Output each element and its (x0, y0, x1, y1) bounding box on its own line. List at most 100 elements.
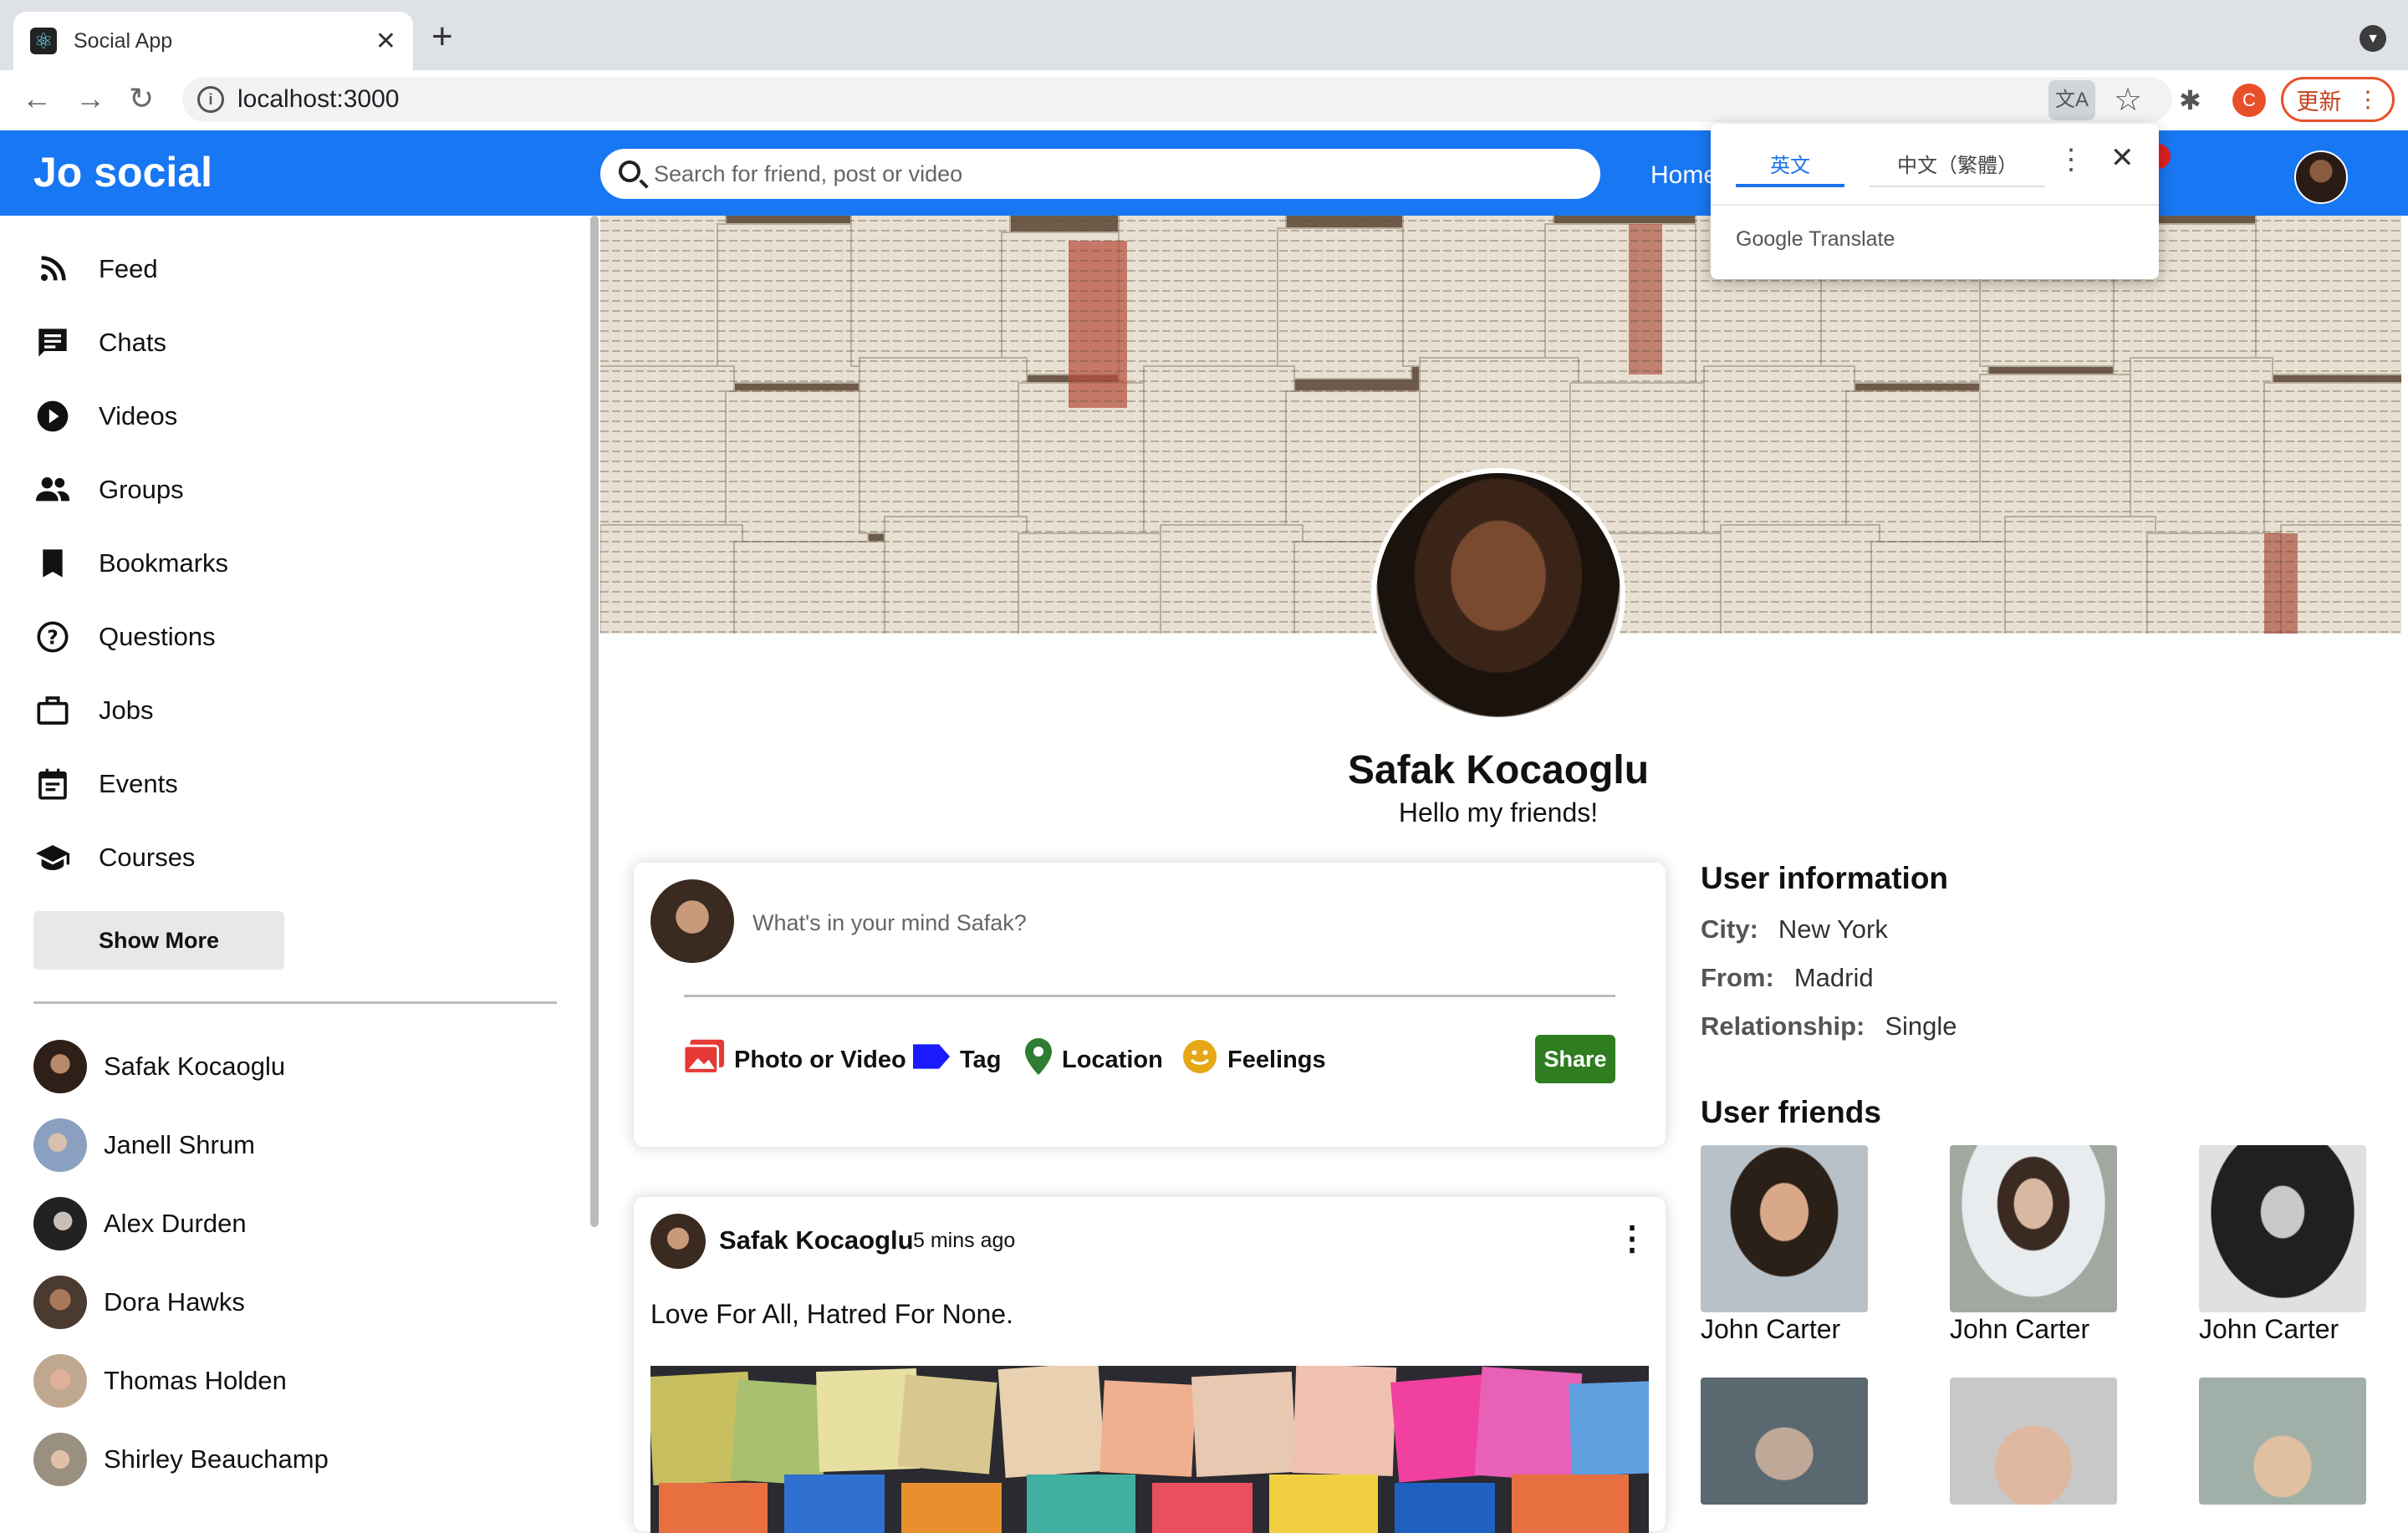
sidebar-item-events[interactable]: Events (33, 759, 178, 809)
new-tab-icon[interactable]: + (431, 18, 453, 55)
tab-close-icon[interactable]: ✕ (375, 27, 396, 56)
sidebar-item-videos[interactable]: Videos (33, 391, 177, 441)
show-more-button[interactable]: Show More (33, 911, 284, 970)
sidebar-item-label: Jobs (99, 695, 154, 725)
friend-list-item[interactable]: Safak Kocaoglu (33, 1038, 285, 1095)
friend-name: Thomas Holden (104, 1366, 287, 1395)
post-author-name[interactable]: Safak Kocaoglu (719, 1225, 914, 1255)
more-vert-icon[interactable]: ⋮ (1615, 1222, 1649, 1255)
update-button[interactable]: 更新 ⋮ (2281, 77, 2395, 122)
google-translate-brand: Google Translate (1736, 227, 1895, 251)
sidebar-item-questions[interactable]: ? Questions (33, 612, 216, 662)
share-input[interactable] (751, 906, 1503, 940)
site-info-icon[interactable]: i (197, 86, 224, 113)
sidebar-scrollbar[interactable] (590, 216, 599, 1227)
profile-icon[interactable]: C (2232, 84, 2266, 117)
friend-name[interactable]: John Carter (1950, 1314, 2089, 1345)
tab-search-icon[interactable]: ▼ (2360, 25, 2386, 52)
friend-name[interactable]: John Carter (2199, 1314, 2339, 1345)
friend-list-item[interactable]: Thomas Holden (33, 1352, 287, 1409)
info-key: City: (1701, 914, 1758, 944)
sidebar-divider (33, 1001, 557, 1004)
friend-photo[interactable] (1701, 1145, 1868, 1312)
reload-icon[interactable]: ↻ (129, 80, 154, 117)
friend-avatar (33, 1040, 87, 1093)
location-pin-icon (1025, 1038, 1052, 1082)
sidebar-item-bookmarks[interactable]: Bookmarks (33, 538, 228, 588)
profile-name: Safak Kocaoglu (1347, 748, 1650, 792)
user-avatar[interactable] (2294, 150, 2348, 204)
search-bar[interactable] (600, 149, 1600, 199)
sidebar-item-label: Feed (99, 254, 158, 283)
translate-more-icon[interactable]: ⋮ (2057, 145, 2085, 174)
feelings-option[interactable]: Feelings (1182, 1039, 1326, 1081)
option-label: Tag (960, 1046, 1002, 1073)
friend-name: Dora Hawks (104, 1287, 245, 1317)
friend-name: Janell Shrum (104, 1130, 255, 1159)
sidebar-item-label: Chats (99, 328, 166, 357)
friend-photo[interactable] (1950, 1378, 2117, 1505)
sidebar-item-label: Questions (99, 622, 216, 651)
smiley-icon (1182, 1039, 1217, 1081)
extensions-icon[interactable]: ✱ (2179, 80, 2201, 120)
update-label: 更新 (2296, 89, 2342, 115)
friend-photo[interactable] (2199, 1378, 2366, 1505)
sidebar-item-jobs[interactable]: Jobs (33, 685, 153, 736)
friend-avatar (33, 1197, 87, 1250)
profile-picture[interactable] (1371, 468, 1625, 722)
tab-title: Social App (74, 28, 173, 53)
share-button[interactable]: Share (1535, 1035, 1615, 1083)
friend-avatar (33, 1118, 87, 1172)
forward-icon[interactable]: → (75, 80, 105, 117)
sidebar-item-courses[interactable]: Courses (33, 833, 195, 883)
sidebar-item-label: Bookmarks (99, 548, 229, 578)
friend-name[interactable]: John Carter (1701, 1314, 1840, 1345)
friend-list-item[interactable]: Janell Shrum (33, 1117, 255, 1174)
location-option[interactable]: Location (1025, 1038, 1163, 1082)
app-logo[interactable]: Jo social (33, 147, 212, 197)
option-label: Location (1062, 1046, 1163, 1073)
translate-icon[interactable]: 文A (2048, 80, 2095, 120)
post-timestamp: 5 mins ago (913, 1229, 1016, 1252)
rss-icon (33, 250, 72, 288)
friend-list-item[interactable]: Alex Durden (33, 1195, 247, 1252)
sidebar-item-label: Videos (99, 401, 178, 430)
bookmark-icon (33, 544, 72, 583)
option-label: Photo or Video (734, 1046, 906, 1073)
search-input[interactable] (652, 155, 1572, 192)
post-card: Safak Kocaoglu 5 mins ago ⋮ Love For All… (634, 1197, 1666, 1533)
translate-close-icon[interactable]: ✕ (2110, 144, 2135, 172)
post-author-avatar[interactable] (650, 1214, 706, 1269)
photo-video-option[interactable]: Photo or Video (682, 1039, 906, 1080)
translate-source-tab[interactable]: 英文 (1736, 149, 1844, 187)
sidebar-item-label: Events (99, 769, 178, 798)
react-favicon-icon: ⚛ (30, 28, 57, 54)
sidebar-item-feed[interactable]: Feed (33, 244, 158, 294)
calendar-icon (33, 765, 72, 803)
friend-photo[interactable] (1701, 1378, 1868, 1505)
post-text: Love For All, Hatred For None. (650, 1299, 1013, 1329)
translate-target-tab[interactable]: 中文（繁體） (1870, 149, 2045, 187)
friend-list-item[interactable]: Shirley Beauchamp (33, 1431, 329, 1488)
home-link[interactable]: Home (1650, 159, 1717, 192)
svg-text:?: ? (47, 625, 59, 649)
sidebar-item-chats[interactable]: Chats (33, 318, 166, 368)
back-icon[interactable]: ← (22, 80, 52, 117)
friend-photo[interactable] (2199, 1145, 2366, 1312)
address-bar[interactable]: i localhost:3000 (182, 77, 2172, 122)
info-row-city: City: New York (1701, 914, 1888, 945)
browser-menu-icon: ⋮ (2356, 86, 2380, 112)
sidebar-item-label: Groups (99, 475, 184, 504)
briefcase-icon (33, 691, 72, 730)
play-circle-icon (33, 397, 72, 435)
info-row-relationship: Relationship: Single (1701, 1011, 1957, 1042)
tag-option[interactable]: Tag (913, 1040, 1001, 1080)
url-text: localhost:3000 (237, 85, 400, 113)
bookmark-star-icon[interactable]: ☆ (2114, 80, 2142, 120)
sidebar-item-groups[interactable]: Groups (33, 465, 184, 515)
friend-name: Safak Kocaoglu (104, 1052, 286, 1081)
browser-tab[interactable]: ⚛ Social App ✕ (13, 12, 413, 70)
search-icon (619, 160, 640, 182)
friend-list-item[interactable]: Dora Hawks (33, 1274, 245, 1331)
friend-photo[interactable] (1950, 1145, 2117, 1312)
